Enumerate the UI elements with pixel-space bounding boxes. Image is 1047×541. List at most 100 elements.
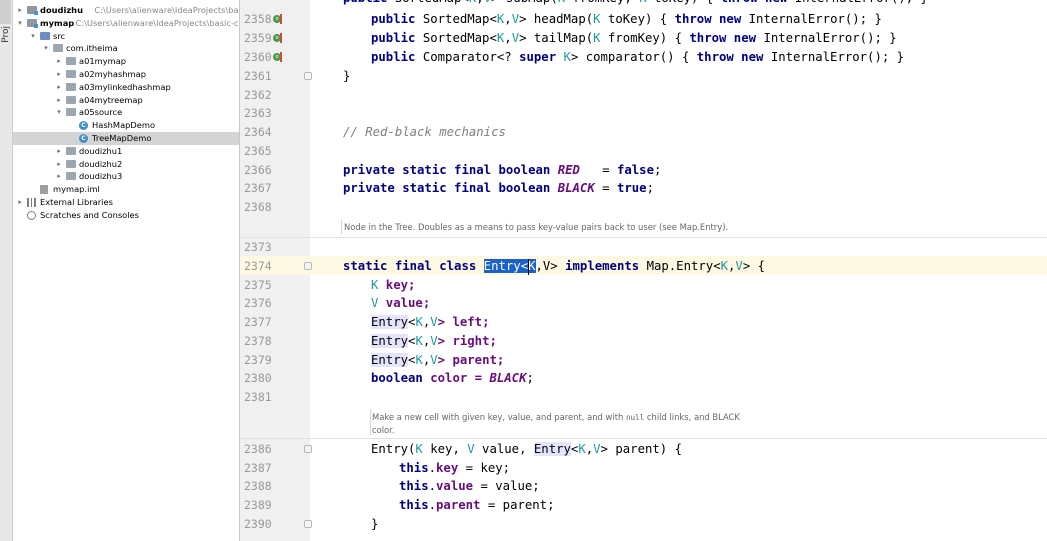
code-line-2366[interactable]: private static final boolean RED = false… [343,161,661,180]
chevron-right-icon[interactable]: ▸ [15,4,25,17]
line-number-2364[interactable]: 2364 [240,123,310,142]
line-number-2389[interactable]: 2389 [240,496,310,515]
line-number-2388[interactable]: 2388 [240,477,310,496]
fold-toggle-icon[interactable] [304,262,312,270]
line-number-2378[interactable]: 2378 [240,332,310,351]
code-line-2389[interactable]: this.parent = parent; [399,496,555,515]
line-number-2380[interactable]: 2380 [240,369,310,388]
tree-item-mymap-iml[interactable]: mymap.iml [13,183,239,196]
code-line-2379[interactable]: Entry<K,V> parent; [371,351,504,370]
tree-item-a01mymap[interactable]: ▸ a01mymap [13,55,239,68]
package-icon [66,82,76,91]
line-number-2358[interactable]: 2358 o [240,10,310,29]
tree-item-doudizhu[interactable]: ▸ doudizhu C:\Users\alienware\IdeaProjects… [13,4,239,17]
chevron-right-icon[interactable]: ▸ [54,68,64,81]
code-token: this [399,479,429,493]
chevron-right-icon[interactable]: ▸ [54,81,64,94]
chevron-right-icon[interactable]: ▸ [54,158,64,171]
fold-toggle-icon[interactable] [304,72,312,80]
chevron-right-icon[interactable]: ▸ [54,94,64,107]
code-line-2387[interactable]: this.key = key; [399,459,510,478]
code-line-2358[interactable]: public SortedMap<K,V> headMap(K toKey) {… [371,10,882,29]
project-tree: ▸ doudizhu C:\Users\alienware\IdeaProjects… [13,0,239,541]
chevron-right-icon[interactable]: ▸ [54,170,64,183]
line-number-2374[interactable]: 2374 [240,257,312,276]
line-number-2373[interactable]: 2373 [240,238,310,257]
line-number-2362[interactable]: 2362 [240,86,310,105]
chevron-down-icon[interactable]: ▾ [15,17,25,30]
line-number-2367[interactable]: 2367 [240,179,310,198]
project-tool-label[interactable]: Proj [1,26,11,43]
code-line-2367[interactable]: private static final boolean BLACK = tru… [343,179,654,198]
code-line-2357[interactable]: public SortedMap<K,V> subMap(K fromKey, … [343,0,928,8]
code-token: Comparator<? [422,50,520,64]
tree-item-a04mytreemap[interactable]: ▸ a04mytreemap [13,94,239,107]
line-number-2377[interactable]: 2377 [240,313,310,332]
tree-item-a05source[interactable]: ▾ a05source [13,106,239,119]
code-line-2374[interactable]: static final class Entry<K,V> implements… [343,257,765,276]
line-number-2381[interactable]: 2381 [240,388,310,407]
tree-item-doudizhu3[interactable]: ▸ doudizhu3 [13,170,239,183]
tree-item-doudizhu2[interactable]: ▸ doudizhu2 [13,158,239,171]
code-line-2378[interactable]: Entry<K,V> right; [371,332,497,351]
fold-toggle-icon[interactable] [304,520,312,528]
line-number-2375[interactable]: 2375 [240,276,310,295]
code-line-2388[interactable]: this.value = value; [399,477,540,496]
doc-comment-node[interactable]: Node in the Tree. Doubles as a means to … [344,221,728,233]
chevron-right-icon[interactable]: ▸ [54,55,64,68]
code-line-2359[interactable]: public SortedMap<K,V> tailMap(K fromKey)… [371,29,897,48]
code-line-2364[interactable]: // Red-black mechanics [343,123,506,142]
line-number-2379[interactable]: 2379 [240,351,310,370]
chevron-down-icon[interactable]: ▾ [41,42,51,55]
tree-item-treemapdemo[interactable]: C TreeMapDemo [13,132,239,145]
line-number-2359[interactable]: 2359 o [240,29,310,48]
tree-item-a02myhashmap[interactable]: ▸ a02myhashmap [13,68,239,81]
tree-item-doudizhu1[interactable]: ▸ doudizhu1 [13,145,239,158]
tree-item-scratches-and-consoles[interactable]: Scratches and Consoles [13,209,239,222]
line-number-2363[interactable]: 2363 [240,104,310,123]
tree-item-hashmapdemo[interactable]: C HashMapDemo [13,119,239,132]
code-line-2376[interactable]: V value; [371,294,430,313]
code-line-2386[interactable]: Entry(K key, V value, Entry<K,V> parent)… [371,440,682,459]
project-tool-tab[interactable] [0,0,11,24]
line-number-2360[interactable]: 2360 o [240,48,310,67]
code-line-2360[interactable]: public Comparator<? super K> comparator(… [371,48,904,67]
line-number-2390[interactable]: 2390 [240,515,312,534]
tree-item-src[interactable]: ▾ src [13,30,239,43]
code-token: fromKey) { [600,31,690,45]
tree-item-external-libraries[interactable]: ▸ External Libraries [13,196,239,209]
code-token: Map.Entry< [646,259,721,273]
code-line-2377[interactable]: Entry<K,V> left; [371,313,489,332]
tree-item-mymap[interactable]: ▾ mymap C:\Users\alienware\IdeaProjects\ba… [13,17,239,30]
tree-item-label: com.itheima [66,43,118,54]
code-line-2375[interactable]: K key; [371,276,415,295]
doc-comment-constructor[interactable]: Make a new cell with given key, value, a… [372,411,742,436]
line-number-2368[interactable]: 2368 [240,198,310,217]
line-number-2386[interactable]: 2386 [240,440,312,459]
line-number-2365[interactable]: 2365 [240,142,310,161]
doc-separator [240,237,1047,238]
override-marker-icon[interactable]: o [273,14,282,25]
override-marker-icon[interactable]: o [273,52,282,63]
override-marker-icon[interactable]: o [273,33,282,44]
line-number-2387[interactable]: 2387 [240,459,310,478]
chevron-down-icon[interactable]: ▾ [28,30,38,43]
code-line-2390[interactable]: } [371,515,378,534]
code-line-2380[interactable]: boolean color = BLACK; [371,369,534,388]
chevron-right-icon[interactable]: ▸ [54,145,64,158]
tree-item-label: doudizhu2 [79,158,123,169]
tree-item-a03mylinkedhashmap[interactable]: ▸ a03mylinkedhashmap [13,81,239,94]
chevron-right-icon[interactable]: ▸ [15,196,25,209]
code-token: false [616,163,654,177]
tree-item-com-itheima[interactable]: ▾ com.itheima [13,42,239,55]
line-number-2376[interactable]: 2376 [240,294,310,313]
fold-toggle-icon[interactable] [304,445,312,453]
chevron-down-icon[interactable]: ▾ [54,106,64,119]
line-number-2361[interactable]: 2361 [240,67,312,86]
code-line-2361[interactable]: } [343,67,350,86]
libraries-icon [27,198,36,207]
line-number-2366[interactable]: 2366 [240,161,310,180]
tree-item-path: C:\Users\alienware\IdeaProjects\basic-co… [75,17,240,28]
code-token: InternalError(); } [763,31,897,45]
line-number-text: 2377 [244,315,272,329]
